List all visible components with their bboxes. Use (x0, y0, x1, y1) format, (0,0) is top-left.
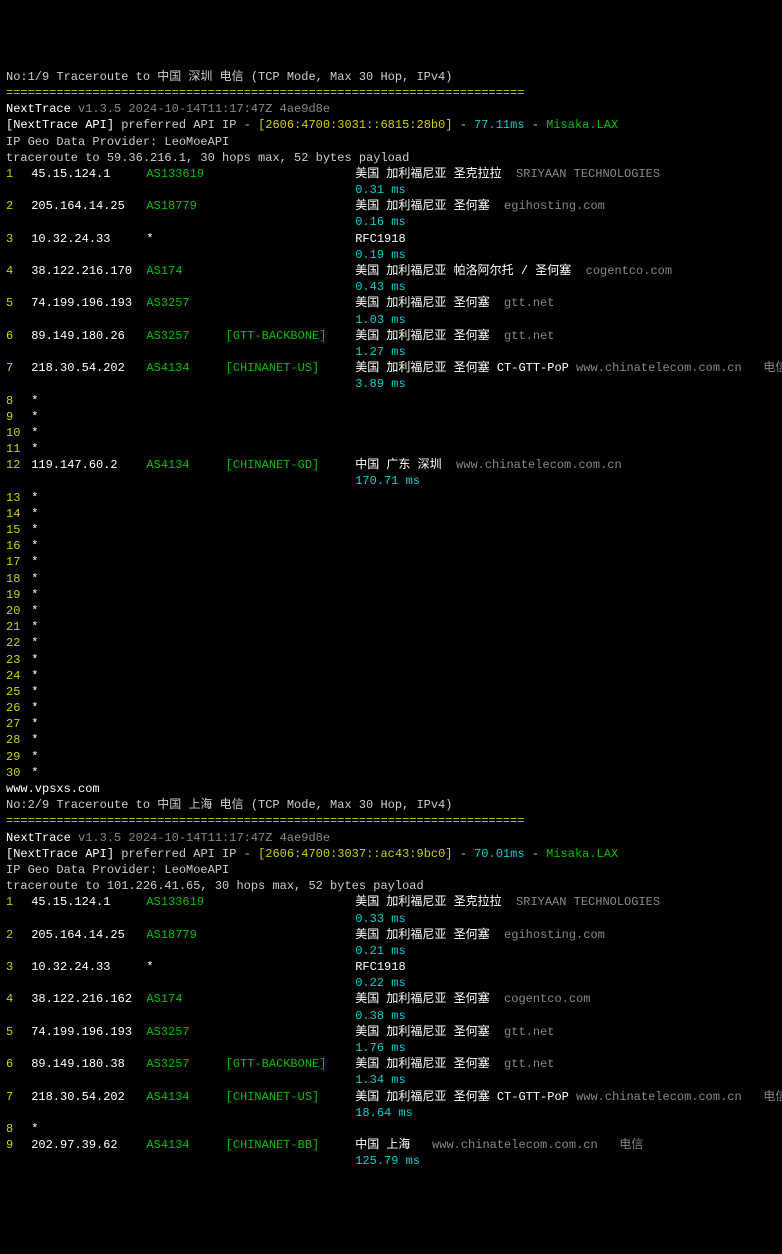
trace1-hop-line: 4 38.122.216.170 AS174 美国 加利福尼亚 帕洛阿尔托 / … (6, 263, 776, 279)
trace1-hop-star: 18 * (6, 571, 776, 587)
trace1-hop-latency: 1.03 ms (6, 312, 776, 328)
trace1-hop-latency: 1.27 ms (6, 344, 776, 360)
trace1-hop-line: 7 218.30.54.202 AS4134 [CHINANET-US] 美国 … (6, 360, 776, 376)
trace1-hop-star: 13 * (6, 490, 776, 506)
trace2-hop-latency: 1.34 ms (6, 1072, 776, 1088)
trace1-hop-star: 30 * (6, 765, 776, 781)
trace1-hop-star: 16 * (6, 538, 776, 554)
trace1-hop-star: 29 * (6, 749, 776, 765)
trace1-provider: IP Geo Data Provider: LeoMoeAPI (6, 134, 776, 150)
terminal-output: No:1/9 Traceroute to 中国 深圳 电信 (TCP Mode,… (6, 69, 776, 1170)
trace2-hop-line: 3 10.32.24.33 * RFC1918 (6, 959, 776, 975)
trace1-title: No:1/9 Traceroute to 中国 深圳 电信 (TCP Mode,… (6, 69, 776, 85)
trace1-hop-line: 5 74.199.196.193 AS3257 美国 加利福尼亚 圣何塞 gtt… (6, 295, 776, 311)
trace1-hop-star: 15 * (6, 522, 776, 538)
trace2-hop-latency: 0.22 ms (6, 975, 776, 991)
trace2-hop-line: 4 38.122.216.162 AS174 美国 加利福尼亚 圣何塞 coge… (6, 991, 776, 1007)
trace1-hop-star: 26 * (6, 700, 776, 716)
trace2-cmd: traceroute to 101.226.41.65, 30 hops max… (6, 878, 776, 894)
trace1-hop-line: 3 10.32.24.33 * RFC1918 (6, 231, 776, 247)
trace2-hop-latency: 1.76 ms (6, 1040, 776, 1056)
trace2-hop-line: 9 202.97.39.62 AS4134 [CHINANET-BB] 中国 上… (6, 1137, 776, 1153)
trace1-hop-line: 6 89.149.180.26 AS3257 [GTT-BACKBONE] 美国… (6, 328, 776, 344)
trace1-hop-line: 1 45.15.124.1 AS133619 美国 加利福尼亚 圣克拉拉 SRI… (6, 166, 776, 182)
trace2-hop-line: 1 45.15.124.1 AS133619 美国 加利福尼亚 圣克拉拉 SRI… (6, 894, 776, 910)
trace2-separator: ========================================… (6, 813, 776, 829)
trace2-hop-star: 8 * (6, 1121, 776, 1137)
trace2-title: No:2/9 Traceroute to 中国 上海 电信 (TCP Mode,… (6, 797, 776, 813)
trace2-hop-line: 7 218.30.54.202 AS4134 [CHINANET-US] 美国 … (6, 1089, 776, 1105)
trace1-hop-latency: 170.71 ms (6, 473, 776, 489)
trace1-hop-star: 11 * (6, 441, 776, 457)
trace1-hop-line: 12 119.147.60.2 AS4134 [CHINANET-GD] 中国 … (6, 457, 776, 473)
trace1-api-line: [NextTrace API] preferred API IP - [2606… (6, 117, 776, 133)
trace1-hop-star: 8 * (6, 393, 776, 409)
trace2-provider: IP Geo Data Provider: LeoMoeAPI (6, 862, 776, 878)
trace1-hop-star: 28 * (6, 732, 776, 748)
trace2-hop-line: 6 89.149.180.38 AS3257 [GTT-BACKBONE] 美国… (6, 1056, 776, 1072)
trace1-hop-line: 2 205.164.14.25 AS18779 美国 加利福尼亚 圣何塞 egi… (6, 198, 776, 214)
trace1-separator: ========================================… (6, 85, 776, 101)
trace1-hop-latency: 0.43 ms (6, 279, 776, 295)
trace1-hop-star: 23 * (6, 652, 776, 668)
trace1-nexttrace-line: NextTrace v1.3.5 2024-10-14T11:17:47Z 4a… (6, 101, 776, 117)
trace1-cmd: traceroute to 59.36.216.1, 30 hops max, … (6, 150, 776, 166)
trace1-hop-star: 19 * (6, 587, 776, 603)
trace2-nexttrace-line: NextTrace v1.3.5 2024-10-14T11:17:47Z 4a… (6, 830, 776, 846)
trace2-hop-latency: 0.38 ms (6, 1008, 776, 1024)
trace1-hop-star: 17 * (6, 554, 776, 570)
trace1-hop-latency: 0.19 ms (6, 247, 776, 263)
trace2-hop-line: 5 74.199.196.193 AS3257 美国 加利福尼亚 圣何塞 gtt… (6, 1024, 776, 1040)
trace1-hop-star: 9 * (6, 409, 776, 425)
trace2-api-line: [NextTrace API] preferred API IP - [2606… (6, 846, 776, 862)
trace1-hop-latency: 0.16 ms (6, 214, 776, 230)
trace2-hop-latency: 0.21 ms (6, 943, 776, 959)
trace1-hop-star: 27 * (6, 716, 776, 732)
trace2-hop-latency: 125.79 ms (6, 1153, 776, 1169)
trace2-hop-latency: 18.64 ms (6, 1105, 776, 1121)
watermark: www.vpsxs.com (6, 781, 776, 797)
trace1-hop-star: 21 * (6, 619, 776, 635)
trace1-hop-star: 25 * (6, 684, 776, 700)
trace2-hop-line: 2 205.164.14.25 AS18779 美国 加利福尼亚 圣何塞 egi… (6, 927, 776, 943)
trace1-hop-latency: 0.31 ms (6, 182, 776, 198)
trace1-hop-star: 22 * (6, 635, 776, 651)
trace2-hop-latency: 0.33 ms (6, 911, 776, 927)
trace1-hop-star: 24 * (6, 668, 776, 684)
trace1-hop-star: 20 * (6, 603, 776, 619)
trace1-hop-latency: 3.89 ms (6, 376, 776, 392)
trace1-hop-star: 14 * (6, 506, 776, 522)
trace1-hop-star: 10 * (6, 425, 776, 441)
